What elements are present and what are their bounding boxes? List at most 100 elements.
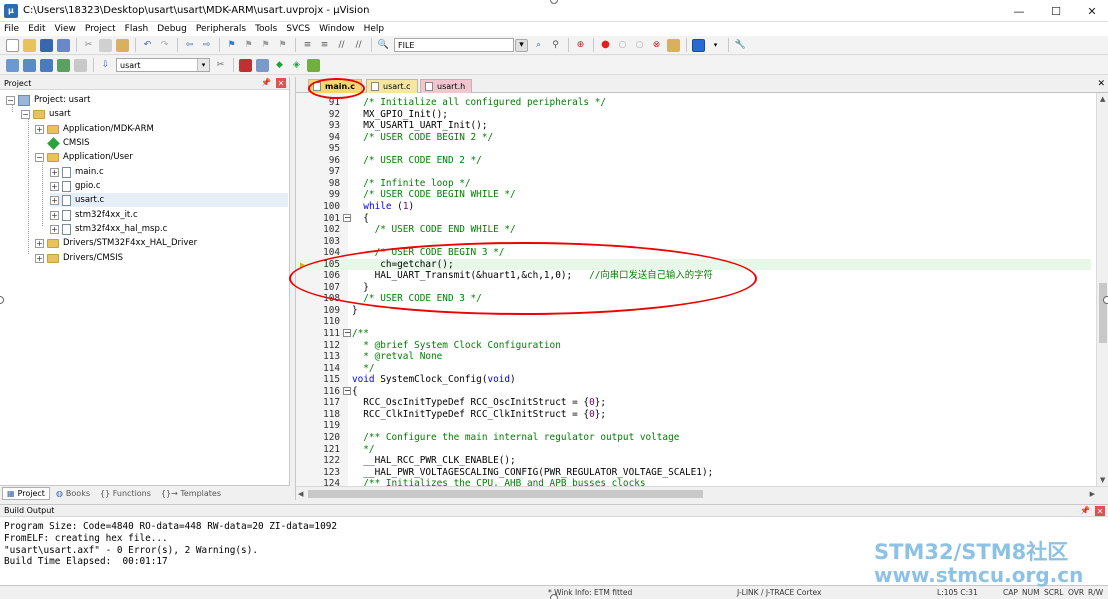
- code-line[interactable]: 122 __HAL_RCC_PWR_CLK_ENABLE();: [296, 455, 1091, 467]
- find-in-files-icon[interactable]: 🔍: [377, 39, 390, 52]
- code-line[interactable]: 111−/**: [296, 328, 1091, 340]
- code-line[interactable]: 114 */: [296, 363, 1091, 375]
- code-line[interactable]: 112 * @brief System Clock Configuration: [296, 340, 1091, 352]
- scroll-thumb[interactable]: [1099, 283, 1107, 343]
- expand-icon[interactable]: +: [35, 124, 44, 134]
- select-packs-icon[interactable]: ◆: [273, 59, 286, 72]
- code-line[interactable]: 110: [296, 316, 1091, 328]
- menu-view[interactable]: View: [55, 24, 76, 34]
- tab-functions[interactable]: {} Functions: [96, 487, 155, 500]
- copy-icon[interactable]: [99, 38, 112, 52]
- bookmark-icon[interactable]: ⚑: [225, 39, 238, 52]
- debug-session-icon[interactable]: ⊕: [574, 39, 587, 52]
- code-line[interactable]: 118 RCC_ClkInitTypeDef RCC_ClkInitStruct…: [296, 409, 1091, 421]
- close-button[interactable]: ✕: [1076, 0, 1108, 22]
- collapse-icon[interactable]: −: [35, 152, 44, 162]
- expand-icon[interactable]: +: [50, 181, 59, 191]
- tools-wrench-icon[interactable]: 🔧: [734, 39, 747, 52]
- scroll-left-icon[interactable]: ◀: [298, 490, 303, 498]
- manage-components-icon[interactable]: [239, 58, 252, 72]
- code-line[interactable]: 99 /* USER CODE BEGIN WHILE */: [296, 189, 1091, 201]
- navigate-forward-icon[interactable]: ⇨: [200, 39, 213, 52]
- unindent-icon[interactable]: ≡: [318, 39, 331, 52]
- menu-debug[interactable]: Debug: [157, 24, 187, 34]
- code-line[interactable]: 117 RCC_OscInitTypeDef RCC_OscInitStruct…: [296, 397, 1091, 409]
- expand-icon[interactable]: +: [35, 238, 44, 248]
- tree-item-stm32f4xx-hal-msp-c[interactable]: + stm32f4xx_hal_msp.c: [50, 222, 167, 236]
- menu-flash[interactable]: Flash: [125, 24, 149, 34]
- save-icon[interactable]: [40, 38, 53, 52]
- code-line[interactable]: 115 void SystemClock_Config(void): [296, 374, 1091, 386]
- undo-icon[interactable]: ↶: [141, 39, 154, 52]
- expand-icon[interactable]: +: [50, 210, 59, 220]
- tree-item-application-user[interactable]: − Application/User: [35, 150, 133, 164]
- find-icon[interactable]: ⌕: [532, 39, 545, 52]
- incremental-find-icon[interactable]: ⚲: [549, 39, 562, 52]
- code-line[interactable]: 116−{: [296, 386, 1091, 398]
- tab-project[interactable]: ▦ Project: [2, 486, 50, 500]
- target-combo[interactable]: usart ▾: [116, 58, 210, 72]
- tree-item-drivers-cmsis[interactable]: + Drivers/CMSIS: [35, 251, 123, 265]
- cut-icon[interactable]: ✂: [82, 39, 95, 52]
- code-line[interactable]: 113 * @retval None: [296, 351, 1091, 363]
- build-icon[interactable]: [23, 58, 36, 72]
- menu-help[interactable]: Help: [364, 24, 385, 34]
- scroll-thumb[interactable]: [308, 490, 703, 498]
- expand-icon[interactable]: +: [35, 253, 44, 263]
- menu-svcs[interactable]: SVCS: [286, 24, 310, 34]
- menu-edit[interactable]: Edit: [28, 24, 45, 34]
- expand-icon[interactable]: +: [50, 167, 59, 177]
- fold-toggle-icon[interactable]: −: [343, 386, 351, 395]
- new-file-icon[interactable]: [6, 38, 19, 52]
- fold-toggle-icon[interactable]: −: [343, 329, 351, 337]
- batch-build-icon[interactable]: [57, 58, 70, 72]
- indent-icon[interactable]: ≡: [301, 39, 314, 52]
- code-line[interactable]: 98 /* Infinite loop */: [296, 178, 1091, 190]
- tab-templates[interactable]: {}→ Templates: [157, 487, 225, 500]
- code-line[interactable]: 94 /* USER CODE BEGIN 2 */: [296, 132, 1091, 144]
- clear-bookmarks-icon[interactable]: ⚑: [276, 39, 289, 52]
- translate-icon[interactable]: [6, 58, 19, 72]
- code-line[interactable]: 95: [296, 143, 1091, 155]
- next-bookmark-icon[interactable]: ⚑: [259, 39, 272, 52]
- window-layout-icon[interactable]: [692, 38, 705, 52]
- redo-icon[interactable]: ↷: [158, 39, 171, 52]
- tab-usart-h[interactable]: usart.h: [420, 79, 472, 93]
- code-line[interactable]: 97: [296, 166, 1091, 178]
- minimize-button[interactable]: —: [1003, 0, 1035, 22]
- code-line[interactable]: 92 MX_GPIO_Init();: [296, 109, 1091, 121]
- tree-item-usart-c[interactable]: + usart.c: [50, 193, 288, 207]
- tree-item-project[interactable]: − Project: usart: [6, 93, 91, 107]
- code-line[interactable]: 120 /** Configure the main internal regu…: [296, 432, 1091, 444]
- scroll-right-icon[interactable]: ▶: [1090, 490, 1095, 498]
- expand-icon[interactable]: +: [50, 224, 59, 234]
- code-line[interactable]: 100 while (1): [296, 201, 1091, 213]
- comment-icon[interactable]: //: [335, 39, 348, 52]
- fold-toggle-icon[interactable]: −: [343, 213, 351, 222]
- configure-icon[interactable]: [667, 38, 680, 52]
- code-line[interactable]: 123 __HAL_PWR_VOLTAGESCALING_CONFIG(PWR_…: [296, 467, 1091, 479]
- code-line[interactable]: 119: [296, 420, 1091, 432]
- run-time-environment-icon[interactable]: [307, 58, 320, 72]
- pin-icon[interactable]: 📌: [1080, 506, 1090, 515]
- tab-usart-c[interactable]: usart.c: [366, 79, 418, 93]
- horizontal-scrollbar[interactable]: ◀ ▶: [296, 486, 1108, 500]
- close-icon[interactable]: ✕: [1095, 506, 1105, 516]
- maximize-button[interactable]: ☐: [1040, 0, 1072, 22]
- menu-peripherals[interactable]: Peripherals: [196, 24, 246, 34]
- download-icon[interactable]: ⇩: [99, 59, 112, 72]
- kill-breakpoints-icon[interactable]: ⊗: [650, 39, 663, 52]
- code-line[interactable]: 91 /* Initialize all configured peripher…: [296, 97, 1091, 109]
- tree-item-main-c[interactable]: + main.c: [50, 165, 104, 179]
- disable-breakpoint-icon[interactable]: ○: [616, 39, 629, 52]
- pin-icon[interactable]: 📌: [261, 78, 271, 87]
- expand-icon[interactable]: +: [50, 195, 59, 205]
- code-line[interactable]: 93 MX_USART1_UART_Init();: [296, 120, 1091, 132]
- collapse-icon[interactable]: −: [21, 109, 30, 119]
- scroll-down-icon[interactable]: ▼: [1100, 476, 1105, 484]
- tree-item-application-mdk-arm[interactable]: + Application/MDK-ARM: [35, 122, 154, 136]
- code-line[interactable]: 101− {: [296, 213, 1091, 225]
- menu-window[interactable]: Window: [319, 24, 355, 34]
- prev-bookmark-icon[interactable]: ⚑: [242, 39, 255, 52]
- breakpoint-icon[interactable]: ●: [599, 39, 612, 52]
